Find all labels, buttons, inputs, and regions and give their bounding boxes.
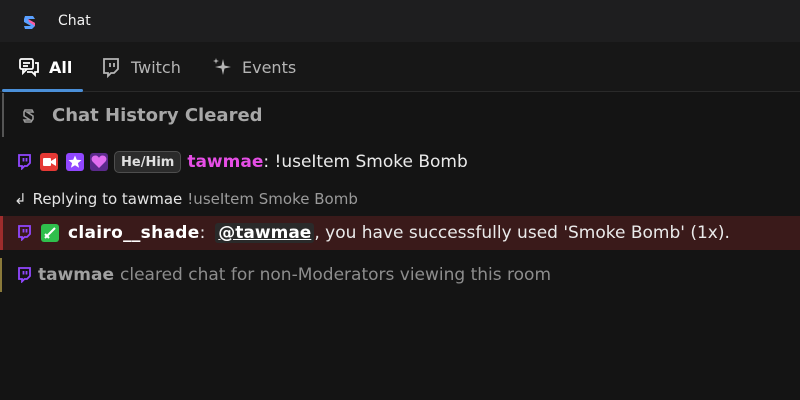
reply-prefix: Replying to tawmae xyxy=(32,190,183,208)
sword-badge-icon[interactable] xyxy=(41,224,59,242)
tab-all-label: All xyxy=(49,57,73,77)
message-text: !useItem Smoke Bomb xyxy=(269,152,468,172)
mention[interactable]: @tawmae xyxy=(215,223,315,243)
username[interactable]: tawmae xyxy=(38,265,114,285)
reply-arrow-icon: ↲ xyxy=(14,190,27,208)
tab-twitch-label: Twitch xyxy=(131,57,181,77)
star-badge-icon[interactable] xyxy=(66,153,84,171)
sparkle-icon xyxy=(211,56,233,78)
twitch-icon xyxy=(17,154,32,170)
app-logo-icon xyxy=(19,11,41,33)
system-message-text: Chat History Cleared xyxy=(52,105,263,126)
reply-context[interactable]: ↲ Replying to tawmae !useItem Smoke Bomb xyxy=(0,186,800,212)
twitch-icon xyxy=(17,267,32,283)
chat-feed: Chat History Cleared He/Him tawmae: !us… xyxy=(0,93,800,400)
heart-badge-icon[interactable] xyxy=(90,153,108,171)
message-text: cleared chat for non-Moderators viewing … xyxy=(120,265,551,285)
tab-events[interactable]: Events xyxy=(211,42,296,92)
chat-message: He/Him tawmae : !useItem Smoke Bomb xyxy=(0,145,800,179)
message-text: , you have successfully used 'Smoke Bomb… xyxy=(314,223,730,243)
username[interactable]: clairo__shade xyxy=(68,223,200,243)
tab-bar: All Twitch Events xyxy=(0,42,800,92)
tab-twitch[interactable]: Twitch xyxy=(100,42,181,92)
reply-quote: !useItem Smoke Bomb xyxy=(187,190,358,208)
tab-events-label: Events xyxy=(242,57,297,77)
chat-message-highlighted: clairo__shade : @tawmae , you have succe… xyxy=(0,216,800,250)
title-bar: Chat xyxy=(0,0,800,42)
username[interactable]: tawmae xyxy=(187,152,263,172)
moderation-message: tawmae cleared chat for non-Moderators v… xyxy=(0,258,800,292)
twitch-icon xyxy=(100,56,122,78)
message-separator: : xyxy=(199,223,206,243)
chat-bubbles-icon xyxy=(18,56,40,78)
app-logo-small-icon xyxy=(22,108,36,124)
camera-badge-icon[interactable] xyxy=(40,153,58,171)
twitch-icon xyxy=(17,225,32,241)
pronoun-badge: He/Him xyxy=(114,151,182,173)
tab-all[interactable]: All xyxy=(18,42,83,92)
active-tab-indicator xyxy=(2,89,83,92)
window-title: Chat xyxy=(58,13,91,29)
system-message: Chat History Cleared xyxy=(2,93,798,137)
